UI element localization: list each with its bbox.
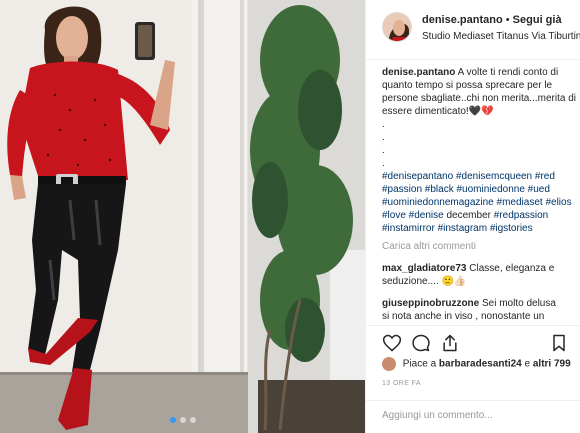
location-link[interactable]: Studio Mediaset Titanus Via Tiburtina xyxy=(422,31,580,42)
caption-username[interactable]: denise.pantano xyxy=(382,67,455,78)
caption-dot: . xyxy=(382,145,385,156)
liker-username[interactable]: barbaradesanti24 xyxy=(439,359,522,370)
likes-prefix: Piace a xyxy=(402,358,437,370)
comment-username[interactable]: max_gladiatore73 xyxy=(382,263,467,274)
caption-dot: . xyxy=(382,158,385,169)
share-icon[interactable] xyxy=(440,333,460,353)
following-button[interactable]: Segui già xyxy=(513,14,562,26)
post-actions-bar xyxy=(366,325,580,357)
carousel-dot[interactable] xyxy=(189,417,196,423)
post-details-panel: denise.pantano • Segui già Studio Medias… xyxy=(365,0,580,433)
likes-middle: e xyxy=(524,358,531,370)
post-username[interactable]: denise.pantano xyxy=(422,14,503,26)
header-separator: • xyxy=(505,14,510,26)
comment-item: max_gladiatore73 Classe, eleganza e sedu… xyxy=(382,262,577,288)
load-more-comments-link[interactable]: Carica altri commenti xyxy=(382,240,577,253)
photo-scene xyxy=(0,0,365,433)
likes-summary: Piace a barbaradesanti24 e altri 799 xyxy=(382,357,571,371)
post-timestamp[interactable]: 13 ORE FA xyxy=(382,380,421,387)
comment-item: giuseppinobruzzone Sei molto delusa si n… xyxy=(382,297,577,323)
bookmark-icon[interactable] xyxy=(549,333,569,353)
caption-middle-text: december xyxy=(446,210,491,221)
caption-dot: . xyxy=(382,119,385,130)
avatar[interactable] xyxy=(382,12,412,42)
heart-icon[interactable] xyxy=(382,333,402,353)
add-comment-bar xyxy=(366,400,580,433)
comments-section: denise.pantano A volte ti rendi conto di… xyxy=(382,66,577,323)
post-caption: denise.pantano A volte ti rendi conto di… xyxy=(382,66,577,235)
carousel-indicator xyxy=(0,417,365,423)
carousel-dot[interactable] xyxy=(169,417,176,423)
comment-input[interactable] xyxy=(382,410,567,421)
liker-avatar[interactable] xyxy=(382,357,396,371)
avatar-image xyxy=(383,13,411,41)
comment-username[interactable]: giuseppinobruzzone xyxy=(382,298,479,309)
post-photo[interactable] xyxy=(0,0,365,433)
header-user-line: denise.pantano • Segui già xyxy=(422,14,562,26)
comment-icon[interactable] xyxy=(411,333,431,353)
post-header: denise.pantano • Segui già Studio Medias… xyxy=(366,0,580,60)
carousel-dot[interactable] xyxy=(179,417,186,423)
caption-dot: . xyxy=(382,132,385,143)
likes-others-link[interactable]: altri 799 xyxy=(533,359,571,370)
